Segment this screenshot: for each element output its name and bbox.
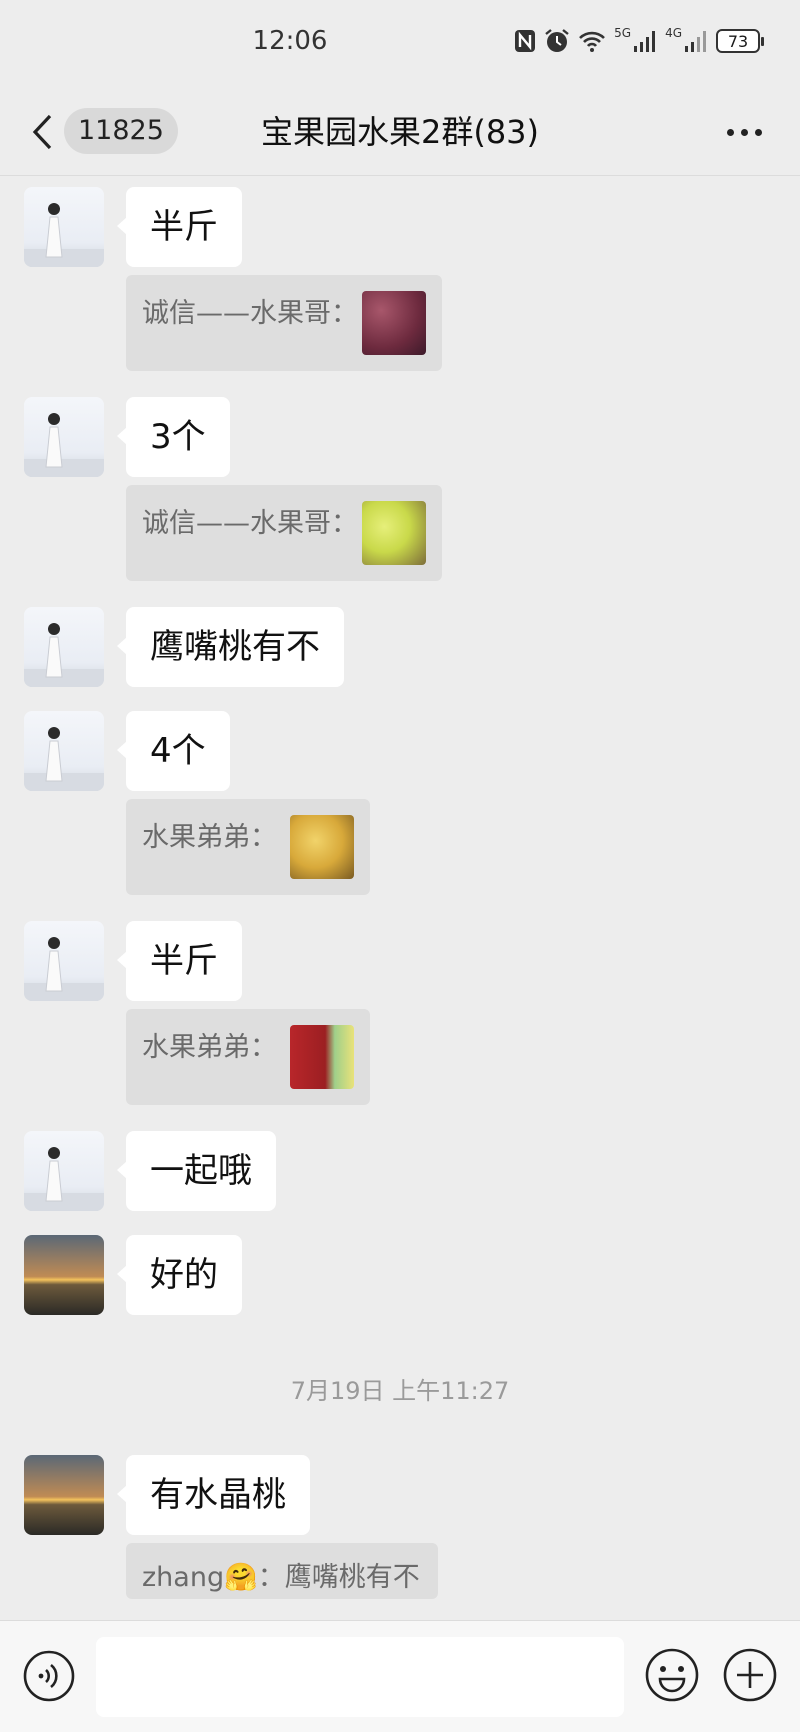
signal-4g-label: 4G [665,26,682,40]
chat-title: 宝果园水果2群(83) [260,113,540,151]
signal-5g-icon [634,31,656,52]
quoted-image-cherries[interactable] [290,1025,354,1089]
message-bubble[interactable]: 半斤 [117,187,242,267]
status-bar: 12:06 5G 4G 73 [0,0,800,88]
chat-message-list[interactable]: 半斤 诚信——水果哥： 3个 诚信——水果哥： 鹰嘴桃有不 4个 水果弟弟： 半… [0,177,800,1619]
quoted-text: 水果弟弟： [142,1032,277,1063]
quoted-message[interactable]: 诚信——水果哥： [126,485,442,581]
message-timestamp: 7月19日 上午11:27 [290,1377,510,1405]
quoted-image-grapes[interactable] [362,291,426,355]
avatar-image [24,413,104,477]
avatar-image [24,1147,104,1211]
avatar-image [24,623,104,687]
status-time: 12:06 [252,26,328,56]
quoted-image-yellow-fruit[interactable] [290,815,354,879]
status-icons: 5G 4G 73 [514,26,764,54]
signal-5g-label: 5G [614,26,632,40]
more-button[interactable] [716,116,772,148]
avatar-sunset[interactable] [24,1455,104,1535]
message-bubble[interactable]: 一起哦 [117,1131,276,1211]
back-button[interactable] [22,106,62,158]
quoted-text: 水果弟弟： [142,822,277,853]
emoji-icon[interactable] [644,1647,700,1703]
message-bubble[interactable]: 3个 [117,397,230,477]
message-bubble[interactable]: 4个 [117,711,230,791]
quoted-message[interactable]: 诚信——水果哥： [126,275,442,371]
nfc-icon [515,30,536,52]
message-bubble[interactable]: 半斤 [117,921,242,1001]
avatar-girl[interactable] [24,711,104,791]
quoted-text: 诚信——水果哥： [142,508,358,539]
more-dot [740,128,748,136]
battery-level: 73 [727,31,749,51]
avatar-girl[interactable] [24,1131,104,1211]
signal-4g-icon [685,31,706,52]
plus-icon[interactable] [722,1647,778,1703]
avatar-image [24,727,104,791]
avatar-girl[interactable] [24,397,104,477]
avatar-sunset[interactable] [24,1235,104,1315]
chat-input-bar [0,1620,800,1732]
avatar-image [24,937,104,1001]
chevron-left-icon [32,114,52,150]
message-input[interactable] [96,1637,624,1717]
message-bubble[interactable]: 有水晶桃 [117,1455,310,1535]
wifi-icon [579,31,606,52]
quoted-message[interactable]: zhang🤗：鹰嘴桃有不 [126,1543,438,1599]
quoted-message[interactable]: 水果弟弟： [126,1009,370,1105]
message-bubble[interactable]: 好的 [117,1235,242,1315]
more-dot [754,128,762,136]
alarm-icon [545,29,569,52]
message-bubble[interactable]: 鹰嘴桃有不 [117,607,344,687]
quoted-text: zhang🤗：鹰嘴桃有不 [142,1562,420,1593]
avatar-girl[interactable] [24,187,104,267]
avatar-image [24,203,104,267]
quoted-message[interactable]: 水果弟弟： [126,799,370,895]
voice-icon[interactable] [22,1649,76,1703]
more-dot [726,128,734,136]
battery-icon: 73 [716,29,764,53]
avatar-girl[interactable] [24,607,104,687]
chat-nav-bar: 11825 宝果园水果2群(83) [0,88,800,176]
quoted-image-green-apples[interactable] [362,501,426,565]
avatar-girl[interactable] [24,921,104,1001]
quoted-text: 诚信——水果哥： [142,298,358,329]
